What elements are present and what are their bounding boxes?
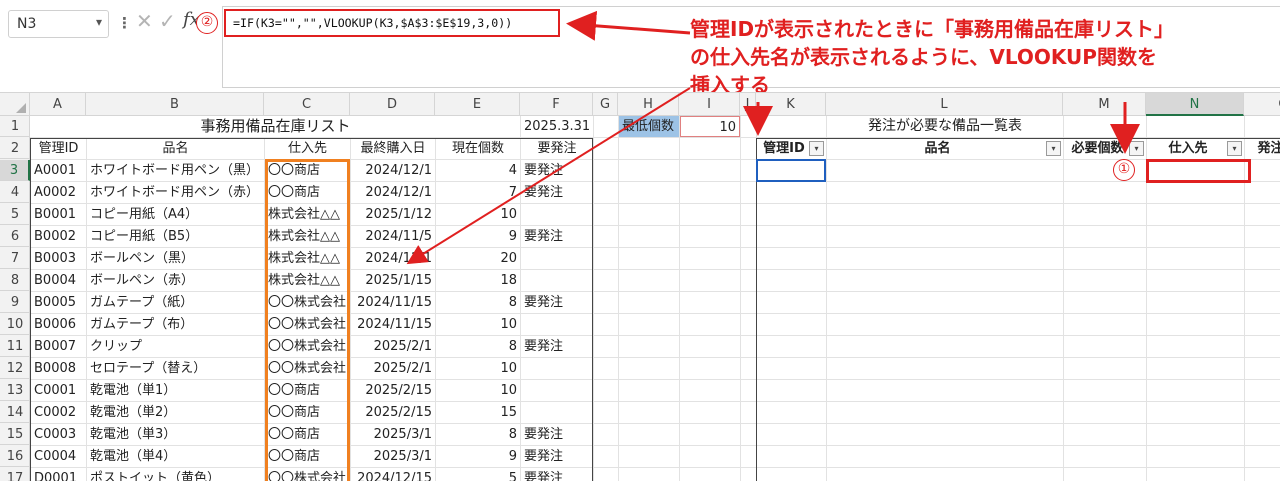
column-header-m[interactable]: M bbox=[1063, 93, 1146, 116]
row-header-5[interactable]: 5 bbox=[0, 204, 30, 225]
row-header-14[interactable]: 14 bbox=[0, 402, 30, 423]
row-header-7[interactable]: 7 bbox=[0, 248, 30, 269]
column-header-i[interactable]: I bbox=[679, 93, 740, 116]
column-header-j[interactable]: J bbox=[740, 93, 756, 116]
column-header-h[interactable]: H bbox=[618, 93, 679, 116]
checkmark-icon[interactable]: ✓ bbox=[159, 9, 176, 33]
column-header-e[interactable]: E bbox=[435, 93, 520, 116]
supplier-column-highlight bbox=[265, 159, 350, 481]
instruction-callout: 管理IDが表示されたときに「事務用備品在庫リスト」 の仕入先名が表示されるように… bbox=[690, 15, 1270, 99]
column-header-a[interactable]: A bbox=[30, 93, 86, 116]
column-header-g[interactable]: G bbox=[593, 93, 618, 116]
cancel-icon[interactable]: ✕ bbox=[136, 9, 153, 33]
chevron-down-icon[interactable]: ▾ bbox=[96, 15, 102, 29]
order-title[interactable]: 発注が必要な備品一覧表 bbox=[827, 116, 1063, 137]
column-header-l[interactable]: L bbox=[826, 93, 1063, 116]
column-header-row: ABCDEFGHIJKLMNO bbox=[0, 92, 1280, 116]
column-header-n[interactable]: N bbox=[1146, 93, 1244, 116]
gridline-vertical bbox=[740, 116, 741, 481]
select-all-icon bbox=[16, 103, 26, 113]
row-header-9[interactable]: 9 bbox=[0, 292, 30, 313]
row-header-12[interactable]: 12 bbox=[0, 358, 30, 379]
selected-cell-k3 bbox=[756, 159, 826, 182]
row-header-17[interactable]: 17 bbox=[0, 468, 30, 481]
row-header-column: 1 2 3 4 5 6 7 8 9 10 11 12 13 14 15 16 17 bbox=[0, 116, 30, 481]
column-header-b[interactable]: B bbox=[86, 93, 264, 116]
column-header-o[interactable]: O bbox=[1244, 93, 1280, 116]
select-all-corner[interactable] bbox=[0, 93, 30, 116]
row-header-13[interactable]: 13 bbox=[0, 380, 30, 401]
step-marker-1: ① bbox=[1113, 159, 1135, 181]
row-header-15[interactable]: 15 bbox=[0, 424, 30, 445]
row-header-8[interactable]: 8 bbox=[0, 270, 30, 291]
column-header-f[interactable]: F bbox=[520, 93, 593, 116]
min-stock-value[interactable]: 10 bbox=[680, 116, 740, 137]
more-options-icon[interactable]: ⋮ bbox=[117, 14, 132, 32]
row-header-10[interactable]: 10 bbox=[0, 314, 30, 335]
row-header-2[interactable]: 2 bbox=[0, 138, 30, 159]
report-date[interactable]: 2025.3.31 bbox=[521, 116, 593, 137]
row-header-11[interactable]: 11 bbox=[0, 336, 30, 357]
row-header-4[interactable]: 4 bbox=[0, 182, 30, 203]
min-stock-label[interactable]: 最低個数 bbox=[619, 116, 679, 137]
row-header-1[interactable]: 1 bbox=[0, 116, 30, 137]
callout-line-1: 管理IDが表示されたときに「事務用備品在庫リスト」 bbox=[690, 17, 1175, 41]
name-box[interactable]: N3 ▾ bbox=[8, 10, 109, 38]
step-marker-2: ② bbox=[196, 12, 218, 34]
row-header-3[interactable]: 3 bbox=[0, 160, 30, 181]
column-header-c[interactable]: C bbox=[264, 93, 350, 116]
gridline-vertical bbox=[593, 116, 594, 481]
target-cell-n3 bbox=[1146, 159, 1251, 183]
callout-line-2: の仕入先名が表示されるように、VLOOKUP関数を bbox=[690, 45, 1157, 69]
formula-highlight-box: =IF(K3="","",VLOOKUP(K3,$A$3:$E$19,3,0)) bbox=[224, 9, 560, 37]
formula-text[interactable]: =IF(K3="","",VLOOKUP(K3,$A$3:$E$19,3,0)) bbox=[233, 16, 512, 30]
order-table-border bbox=[756, 138, 1280, 481]
row-header-16[interactable]: 16 bbox=[0, 446, 30, 467]
worksheet-grid[interactable]: 事務用備品在庫リスト 2025.3.31 最低個数 10 発注が必要な備品一覧表 管理ID… bbox=[30, 116, 1280, 481]
row-header-6[interactable]: 6 bbox=[0, 226, 30, 247]
gridline-vertical bbox=[679, 116, 680, 481]
gridline-vertical bbox=[618, 116, 619, 481]
column-header-k[interactable]: K bbox=[756, 93, 826, 116]
name-box-value: N3 bbox=[17, 16, 37, 32]
inventory-title[interactable]: 事務用備品在庫リスト bbox=[31, 116, 520, 137]
column-header-d[interactable]: D bbox=[350, 93, 435, 116]
